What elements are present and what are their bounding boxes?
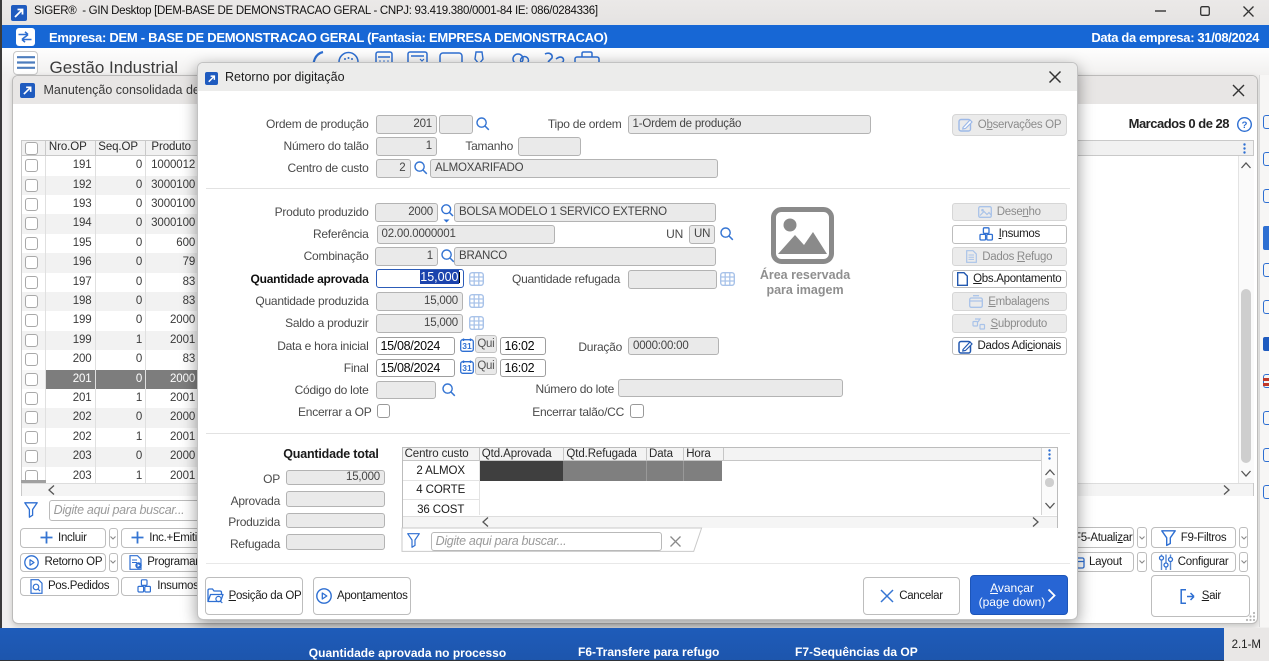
svg-text:?: ? (1241, 120, 1247, 131)
svg-text:31: 31 (462, 341, 472, 351)
svg-text:31: 31 (462, 363, 472, 373)
